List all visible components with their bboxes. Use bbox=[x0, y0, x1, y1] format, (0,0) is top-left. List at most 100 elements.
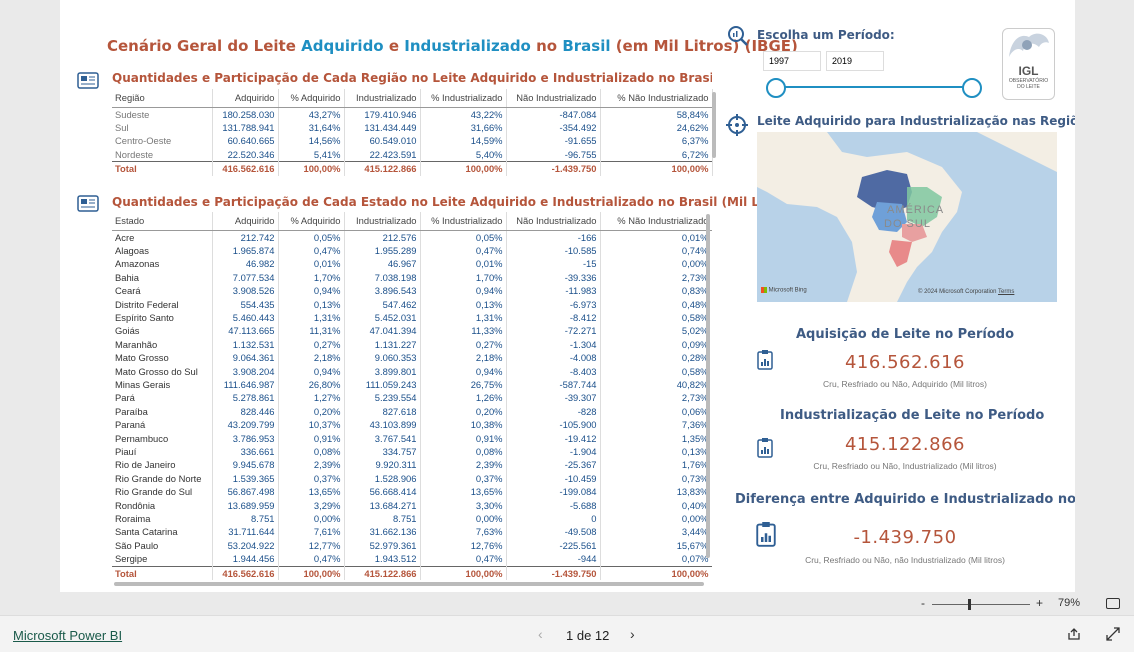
logo-text: IGL bbox=[1018, 64, 1039, 78]
table-row[interactable]: Bahia 7.077.534 1,70% 7.038.198 1,70% -39.336… bbox=[112, 270, 712, 285]
previous-page-icon[interactable]: ‹ bbox=[538, 626, 543, 642]
column-header[interactable]: Estado bbox=[112, 212, 213, 231]
table-row[interactable]: Sudeste 180.258.030 43,27% 179.410.946 43,22… bbox=[112, 107, 713, 121]
region-map[interactable]: AMÉRICA DO SUL Microsoft Bing © 2024 Mic… bbox=[757, 132, 1057, 302]
column-header[interactable]: Região bbox=[112, 89, 213, 108]
table-row[interactable]: Pará 5.278.861 1,27% 5.239.554 1,26% -39.307 2… bbox=[112, 391, 712, 405]
period-slider-start-handle[interactable] bbox=[766, 78, 786, 98]
column-header[interactable]: % Não Industrializado bbox=[600, 89, 713, 108]
table-cell: 13.684.271 bbox=[344, 498, 421, 513]
table-cell: 1.943.512 bbox=[344, 552, 421, 567]
table-row[interactable]: São Paulo 53.204.922 12,77% 52.979.361 12,76… bbox=[112, 538, 712, 553]
table-row[interactable]: Piauí 336.661 0,08% 334.757 0,08% -1.904 0,13% bbox=[112, 445, 712, 459]
table-cell: 43.103.899 bbox=[344, 418, 421, 432]
table-cell: 0,27% bbox=[420, 337, 507, 352]
column-header[interactable]: % Industrializado bbox=[420, 212, 507, 231]
table-row[interactable]: Centro-Oeste 60.640.665 14,56% 60.549.010 14… bbox=[112, 134, 713, 148]
share-icon[interactable] bbox=[1067, 627, 1081, 641]
terms-link[interactable]: Terms bbox=[998, 289, 1014, 295]
table-row[interactable]: Maranhão 1.132.531 0,27% 1.131.227 0,27% -1.3… bbox=[112, 337, 712, 352]
column-header[interactable]: % Não Industrializado bbox=[600, 212, 712, 231]
column-header[interactable]: % Industrializado bbox=[420, 89, 507, 108]
period-start-input[interactable] bbox=[763, 51, 821, 71]
map-label: DO SUL bbox=[884, 218, 931, 230]
table-row[interactable]: Amazonas 46.982 0,01% 46.967 0,01% -15 0,00% bbox=[112, 257, 712, 271]
table-row[interactable]: Rondônia 13.689.959 3,29% 13.684.271 3,30% -5… bbox=[112, 498, 712, 513]
table-cell: 0,91% bbox=[278, 431, 345, 445]
table-row[interactable]: Paraná 43.209.799 10,37% 43.103.899 10,38% -1… bbox=[112, 418, 712, 432]
table-cell: 22.520.346 bbox=[212, 147, 279, 162]
table-row[interactable]: Espírito Santo 5.460.443 1,31% 5.452.031 1,3… bbox=[112, 310, 712, 325]
table-cell: 0,40% bbox=[600, 498, 712, 513]
table-cell: 26,80% bbox=[278, 377, 345, 392]
title-part: no bbox=[530, 37, 563, 55]
table-cell: -847.084 bbox=[506, 107, 601, 121]
table-row[interactable]: Nordeste 22.520.346 5,41% 22.423.591 5,40% -9… bbox=[112, 147, 713, 162]
table-cell: 60.549.010 bbox=[344, 134, 421, 148]
table-cell: Ceará bbox=[112, 284, 213, 298]
table-cell: 334.757 bbox=[344, 445, 421, 459]
table-cell: -15 bbox=[506, 257, 601, 271]
table-cell: 7.077.534 bbox=[212, 270, 279, 285]
table-cell: -10.585 bbox=[506, 243, 601, 258]
table-row[interactable]: Distrito Federal 554.435 0,13% 547.462 0,13%… bbox=[112, 297, 712, 311]
fullscreen-icon[interactable] bbox=[1106, 627, 1120, 641]
column-header[interactable]: Não Industrializado bbox=[506, 89, 601, 108]
state-table-scrollbar-h[interactable] bbox=[114, 582, 704, 586]
period-end-input[interactable] bbox=[826, 51, 884, 71]
column-header[interactable]: Industrializado bbox=[344, 212, 421, 231]
state-table-scrollbar-v[interactable] bbox=[706, 214, 710, 558]
table-cell: 5,40% bbox=[420, 147, 507, 162]
column-header[interactable]: Adquirido bbox=[212, 212, 279, 231]
table-row[interactable]: Mato Grosso 9.064.361 2,18% 9.060.353 2,18% -… bbox=[112, 351, 712, 365]
table-row[interactable]: Goiás 47.113.665 11,31% 47.041.394 11,33% -72… bbox=[112, 324, 712, 338]
state-table[interactable]: Estado Adquirido% Adquirido Industrializad… bbox=[112, 212, 712, 582]
table-cell: 6,72% bbox=[600, 147, 713, 162]
column-header[interactable]: % Adquirido bbox=[278, 89, 345, 108]
table-cell: Maranhão bbox=[112, 337, 213, 352]
table-cell: 0,05% bbox=[420, 230, 507, 244]
column-header[interactable]: Adquirido bbox=[212, 89, 279, 108]
zoom-slider[interactable] bbox=[932, 604, 1030, 605]
powerbi-link[interactable]: Microsoft Power BI bbox=[13, 628, 122, 643]
column-header[interactable]: Não Industrializado bbox=[506, 212, 601, 231]
table-cell: 8.751 bbox=[344, 512, 421, 526]
zoom-slider-thumb[interactable] bbox=[968, 599, 971, 610]
table-cell: 0,00% bbox=[600, 257, 712, 271]
table-row[interactable]: Ceará 3.908.526 0,94% 3.896.543 0,94% -11.983… bbox=[112, 284, 712, 298]
column-header[interactable]: Industrializado bbox=[344, 89, 421, 108]
table-row[interactable]: Paraíba 828.446 0,20% 827.618 0,20% -828 0,06% bbox=[112, 404, 712, 419]
zoom-out-button[interactable]: - bbox=[921, 596, 925, 610]
table-row[interactable]: Alagoas 1.965.874 0,47% 1.955.289 0,47% -10.5… bbox=[112, 243, 712, 258]
table-cell: -587.744 bbox=[506, 377, 601, 392]
table-row[interactable]: Sul 131.788.941 31,64% 131.434.449 31,66% -35… bbox=[112, 120, 713, 135]
period-slider-end-handle[interactable] bbox=[962, 78, 982, 98]
table-row[interactable]: Sergipe 1.944.456 0,47% 1.943.512 0,47% -944 0… bbox=[112, 552, 712, 567]
total-cell: 100,00% bbox=[278, 161, 345, 176]
table-row[interactable]: Acre 212.742 0,05% 212.576 0,05% -166 0,01% bbox=[112, 230, 712, 244]
table-cell: 0,94% bbox=[420, 284, 507, 298]
fit-to-page-icon[interactable] bbox=[1106, 598, 1120, 609]
table-cell: -8.412 bbox=[506, 310, 601, 325]
column-header[interactable]: % Adquirido bbox=[278, 212, 345, 231]
table-cell: Nordeste bbox=[112, 147, 213, 162]
table-header-row: Estado Adquirido% Adquirido Industrializad… bbox=[112, 212, 712, 231]
region-table-scrollbar[interactable] bbox=[712, 92, 716, 158]
table-row[interactable]: Rio Grande do Norte 1.539.365 0,37% 1.528.9… bbox=[112, 471, 712, 486]
table-row[interactable]: Rio Grande do Sul 56.867.498 13,65% 56.668.… bbox=[112, 485, 712, 499]
table-row[interactable]: Minas Gerais 111.646.987 26,80% 111.059.243… bbox=[112, 377, 712, 392]
period-label: Escolha um Período: bbox=[757, 28, 895, 42]
table-row[interactable]: Roraima 8.751 0,00% 8.751 0,00% 0 0,00% bbox=[112, 512, 712, 526]
table-cell: 13,83% bbox=[600, 485, 712, 499]
table-row[interactable]: Santa Catarina 31.711.644 7,61% 31.662.136 7… bbox=[112, 525, 712, 539]
table-row[interactable]: Mato Grosso do Sul 3.908.204 0,94% 3.899.80… bbox=[112, 364, 712, 378]
period-slider-track[interactable] bbox=[776, 86, 972, 88]
title-part: Adquirido bbox=[301, 37, 384, 55]
table-row[interactable]: Pernambuco 3.786.953 0,91% 3.767.541 0,91% -1… bbox=[112, 431, 712, 445]
logo-text: DO LEITE bbox=[1017, 84, 1040, 90]
next-page-icon[interactable]: › bbox=[630, 626, 635, 642]
zoom-in-button[interactable]: + bbox=[1036, 596, 1043, 610]
region-table[interactable]: Região Adquirido% Adquirido Industrializad… bbox=[112, 89, 713, 177]
table-row[interactable]: Rio de Janeiro 9.945.678 2,39% 9.920.311 2,3… bbox=[112, 458, 712, 472]
total-cell: 100,00% bbox=[278, 565, 345, 581]
